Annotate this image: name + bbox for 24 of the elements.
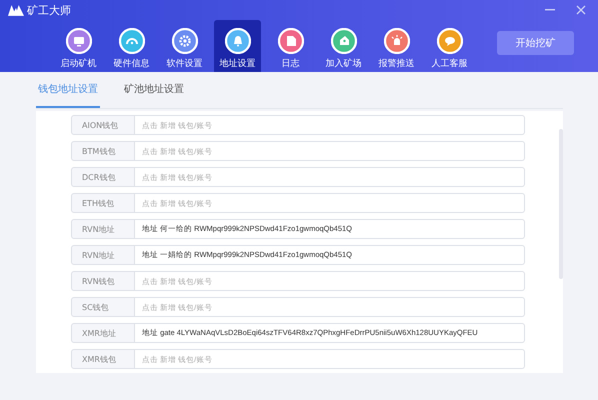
wallet-label: SC钱包 (71, 297, 135, 317)
minimize-icon[interactable] (545, 9, 555, 11)
app-title: 矿工大师 (27, 2, 71, 18)
nav-tab[interactable]: 地址设置 (214, 20, 261, 72)
wallet-label: XMR地址 (71, 323, 135, 343)
wallet-label: BTM钱包 (71, 141, 135, 161)
nav-tab[interactable]: 加入矿场 (320, 20, 367, 72)
wallet-label: RVN地址 (71, 219, 135, 239)
nav-tab[interactable]: 报警推送 (373, 20, 420, 72)
logo-icon (8, 4, 24, 16)
wallet-label: XMR钱包 (71, 349, 135, 369)
wallet-label: RVN地址 (71, 245, 135, 265)
tab[interactable]: 矿池地址设置 (124, 80, 184, 108)
wallet-label: DCR钱包 (71, 167, 135, 187)
wallet-label: AION钱包 (71, 115, 135, 135)
wallet-label: ETH钱包 (71, 193, 135, 213)
nav-tab[interactable]: 日志 (267, 20, 314, 72)
wallet-label: RVN钱包 (71, 271, 135, 291)
start-mining-button[interactable]: 开始挖矿 (497, 31, 574, 55)
close-icon[interactable] (576, 5, 586, 15)
nav-tab[interactable]: 硬件信息 (108, 20, 155, 72)
nav-tab[interactable]: 人工客服 (426, 20, 473, 72)
nav-tab[interactable]: 启动矿机 (55, 20, 102, 72)
nav-tab[interactable]: 软件设置 (161, 20, 208, 72)
